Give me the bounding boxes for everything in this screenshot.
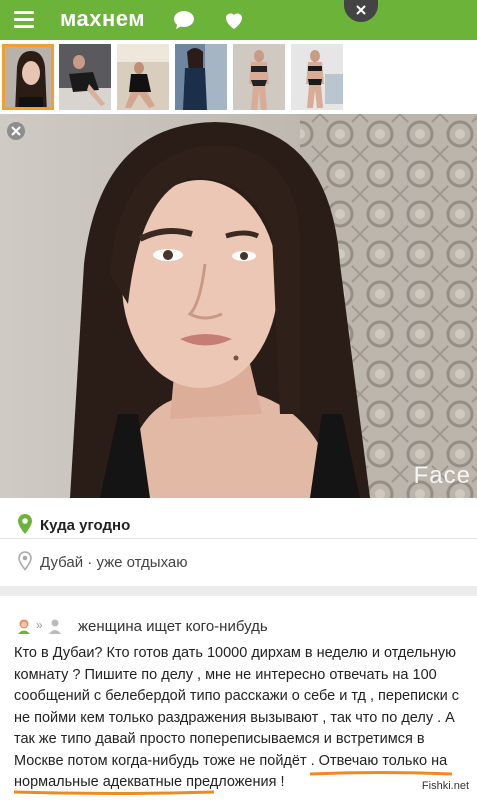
photo-thumbnail-3[interactable]	[117, 44, 169, 110]
seeks-text: женщина ищет кого-нибудь	[78, 618, 268, 635]
menu-icon[interactable]	[14, 11, 34, 29]
highlight-underline	[310, 771, 452, 776]
map-pin-icon	[18, 514, 32, 539]
source-watermark: Fishki.net	[419, 780, 471, 792]
portrait-photo	[0, 114, 477, 498]
current-location-text: Дубай · уже отдыхаю	[40, 554, 188, 571]
heart-icon[interactable]	[222, 8, 246, 32]
chat-bubble-icon[interactable]	[172, 8, 196, 32]
close-icon[interactable]	[7, 122, 25, 140]
female-user-icon	[16, 618, 32, 639]
top-app-bar: махнем	[0, 0, 477, 40]
divider	[0, 538, 477, 539]
section-divider	[0, 586, 477, 596]
photo-thumbnail-strip	[0, 40, 477, 114]
photo-thumbnail-1[interactable]	[2, 44, 54, 110]
photo-thumbnail-6[interactable]	[291, 44, 343, 110]
destination-text: Куда угодно	[40, 517, 131, 534]
chevron-right-icon: »	[36, 618, 43, 632]
photo-thumbnail-4[interactable]	[175, 44, 227, 110]
photo-watermark: Face	[413, 462, 471, 489]
main-profile-photo[interactable]: Face	[0, 114, 477, 498]
photo-thumbnail-5[interactable]	[233, 44, 285, 110]
destination-row: Куда угодно	[18, 514, 458, 538]
anonymous-user-icon	[48, 618, 62, 639]
seeks-breadcrumb: » женщина ищет кого-нибудь	[16, 617, 456, 639]
app-brand[interactable]: махнем	[60, 6, 145, 32]
photo-thumbnail-2[interactable]	[59, 44, 111, 110]
current-location-row: Дубай · уже отдыхаю	[18, 551, 458, 575]
map-pin-outline-icon	[18, 551, 32, 576]
close-icon[interactable]	[344, 0, 378, 22]
highlight-underline	[14, 790, 214, 795]
